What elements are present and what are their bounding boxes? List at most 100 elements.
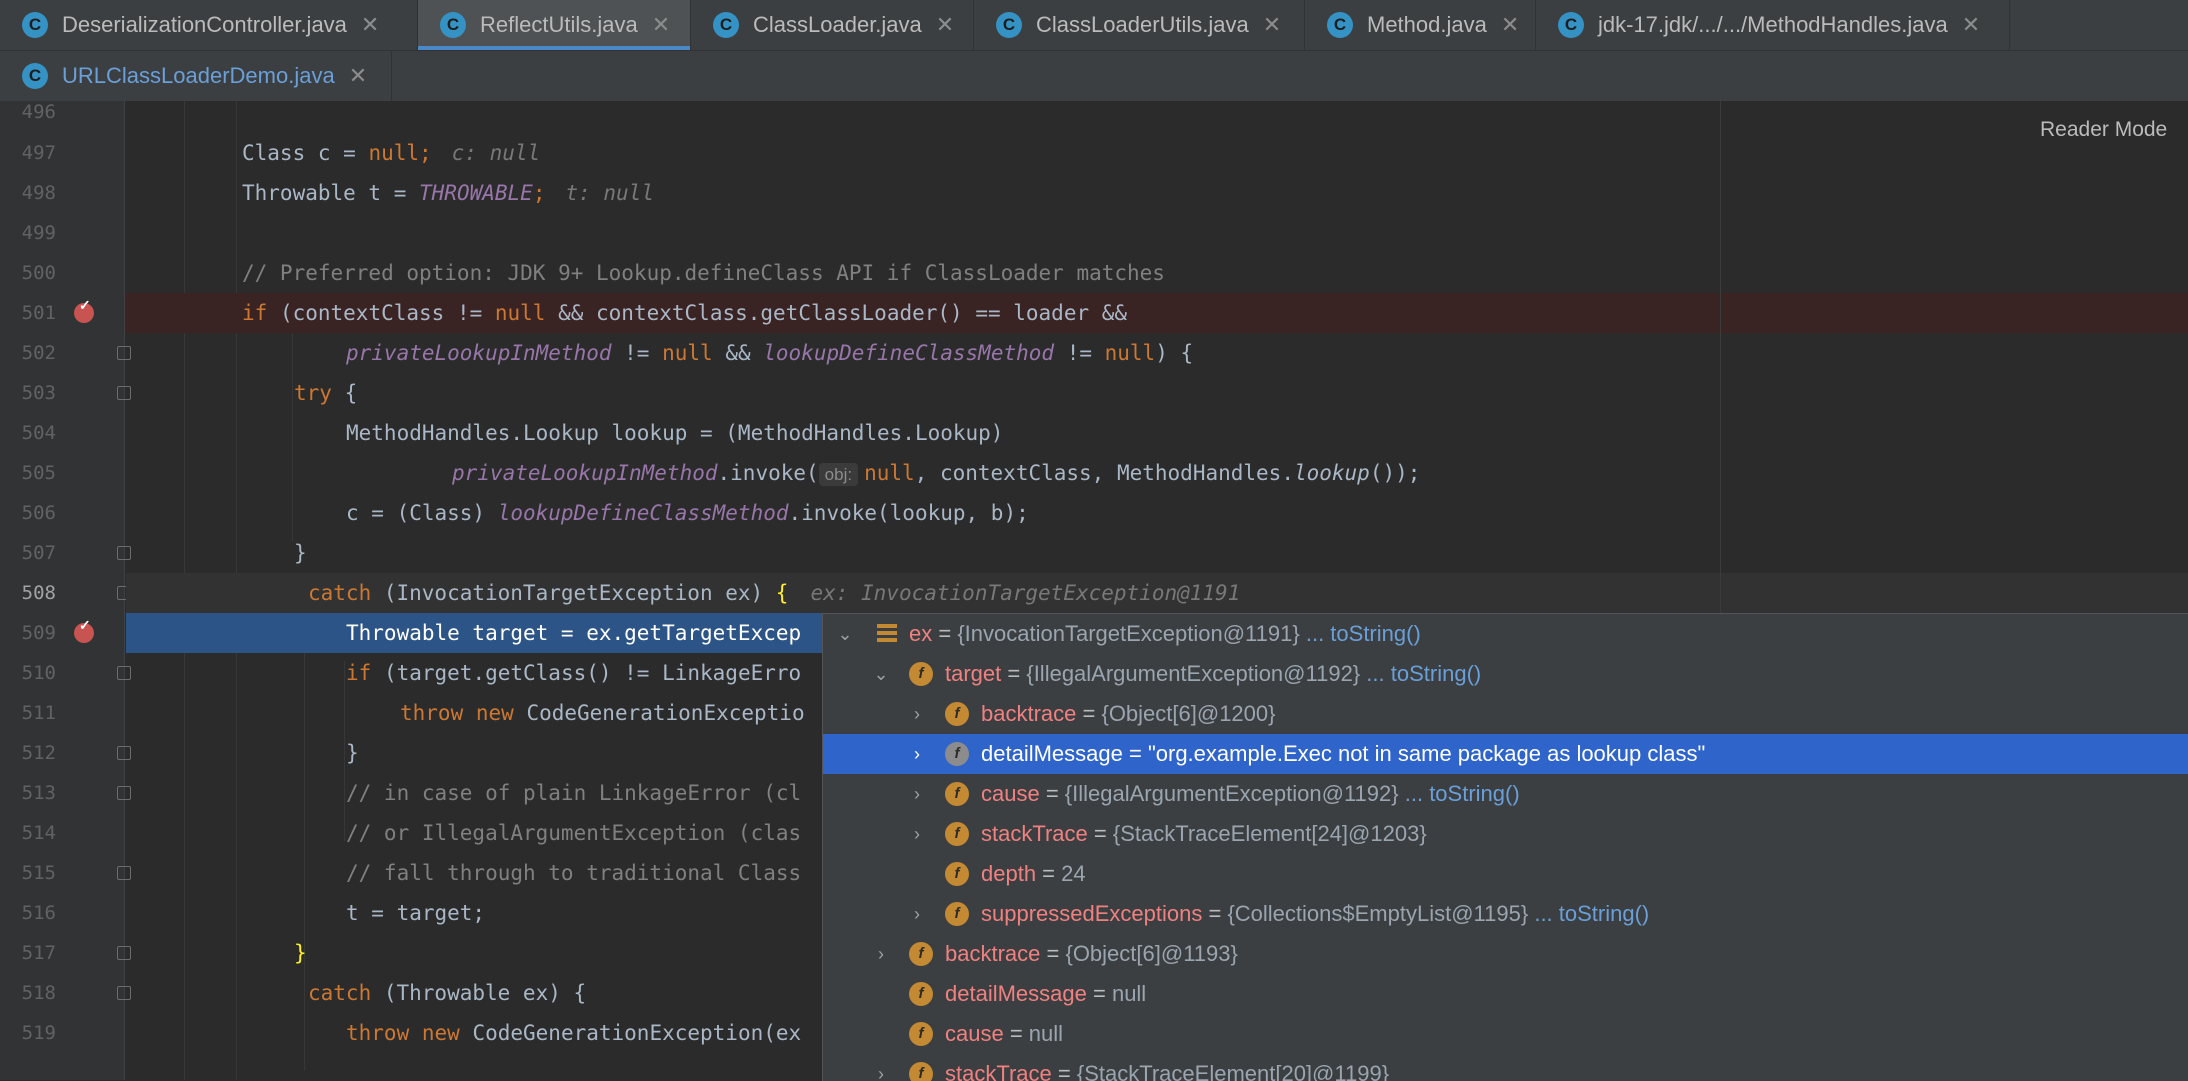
line-number: 519 bbox=[21, 1022, 56, 1044]
line-number: 516 bbox=[21, 902, 56, 924]
close-icon[interactable]: ✕ bbox=[349, 63, 367, 89]
tree-node-detail-message-selected[interactable]: › f detailMessage = "org.example.Exec no… bbox=[823, 734, 2188, 774]
line-number: 515 bbox=[21, 862, 56, 884]
line-number: 517 bbox=[21, 942, 56, 964]
code-line: privateLookupInMethod.invoke(obj: null, c… bbox=[452, 461, 1421, 486]
tab-reflect-utils[interactable]: C ReflectUtils.java ✕ bbox=[418, 0, 691, 50]
field-icon: f bbox=[909, 662, 933, 686]
expander-icon[interactable]: ⌄ bbox=[871, 654, 891, 694]
close-icon[interactable]: ✕ bbox=[652, 12, 670, 38]
line-number: 506 bbox=[21, 502, 56, 524]
expander-icon[interactable]: › bbox=[871, 934, 891, 974]
field-icon: f bbox=[909, 1062, 933, 1081]
tab-deserialization-controller[interactable]: C DeserializationController.java ✕ bbox=[0, 0, 418, 50]
close-icon[interactable]: ✕ bbox=[1962, 12, 1980, 38]
code-line-breakpoint: if (contextClass != null && contextClass… bbox=[126, 293, 2188, 333]
line-number: 508 bbox=[21, 582, 56, 604]
expander-icon[interactable]: ⌄ bbox=[835, 614, 855, 654]
to-string-link[interactable]: ... toString() bbox=[1306, 621, 1421, 646]
line-number: 507 bbox=[21, 542, 56, 564]
line-number: 514 bbox=[21, 822, 56, 844]
java-class-icon: C bbox=[996, 12, 1022, 38]
tree-node-backtrace[interactable]: › f backtrace = {Object[6]@1200} bbox=[823, 694, 2188, 734]
inline-debug-value: ex: InvocationTargetException@1191 bbox=[810, 581, 1241, 605]
tree-node-stack-trace[interactable]: › f stackTrace = {StackTraceElement[24]@… bbox=[823, 814, 2188, 854]
close-icon[interactable]: ✕ bbox=[1263, 12, 1281, 38]
expander-icon[interactable]: › bbox=[907, 814, 927, 854]
to-string-link[interactable]: ... toString() bbox=[1366, 661, 1481, 686]
close-icon[interactable]: ✕ bbox=[361, 12, 379, 38]
java-class-icon: C bbox=[22, 63, 48, 89]
tab-label: URLClassLoaderDemo.java bbox=[62, 63, 335, 88]
java-class-icon: C bbox=[1558, 12, 1584, 38]
tree-node-detail-message[interactable]: f detailMessage = null bbox=[823, 974, 2188, 1014]
line-number: 497 bbox=[21, 142, 56, 164]
tab-class-loader[interactable]: C ClassLoader.java ✕ bbox=[691, 0, 974, 50]
reader-mode-button[interactable]: Reader Mode bbox=[2040, 118, 2167, 142]
to-string-link[interactable]: ... toString() bbox=[1405, 781, 1520, 806]
field-icon: f bbox=[909, 942, 933, 966]
breakpoint-icon[interactable] bbox=[74, 617, 94, 643]
breakpoint-icon[interactable] bbox=[74, 297, 94, 323]
line-number: 509 bbox=[21, 622, 56, 644]
editor-tab-bar: C DeserializationController.java ✕ C Ref… bbox=[0, 0, 2188, 51]
line-number: 511 bbox=[21, 702, 56, 724]
tree-node-ex[interactable]: ⌄ ex = {InvocationTargetException@1191} … bbox=[823, 614, 2188, 654]
line-number: 518 bbox=[21, 982, 56, 1004]
close-icon[interactable]: ✕ bbox=[1501, 12, 1519, 38]
to-string-link[interactable]: ... toString() bbox=[1534, 901, 1649, 926]
expander-icon[interactable]: › bbox=[907, 734, 927, 774]
java-class-icon: C bbox=[22, 12, 48, 38]
code-line-current: catch (InvocationTargetException ex) {ex… bbox=[126, 573, 2188, 613]
code-line: Class c = null; c: null bbox=[242, 141, 541, 165]
tab-urlclassloader-demo[interactable]: C URLClassLoaderDemo.java ✕ bbox=[0, 51, 392, 101]
editor-tab-bar-row2: C URLClassLoaderDemo.java ✕ bbox=[0, 51, 2188, 102]
code-line: try { bbox=[294, 381, 358, 405]
tree-node-suppressed-exceptions[interactable]: › f suppressedExceptions = {Collections$… bbox=[823, 894, 2188, 934]
stack-frame-icon bbox=[877, 624, 897, 644]
tree-node-cause[interactable]: › f cause = {IllegalArgumentException@11… bbox=[823, 774, 2188, 814]
tree-node-backtrace[interactable]: › f backtrace = {Object[6]@1193} bbox=[823, 934, 2188, 974]
tab-label: ReflectUtils.java bbox=[480, 12, 638, 37]
tab-method-handles[interactable]: C jdk-17.jdk/.../.../MethodHandles.java … bbox=[1536, 0, 2010, 50]
code-line: // Preferred option: JDK 9+ Lookup.defin… bbox=[242, 261, 1165, 285]
debug-value-tree-popup[interactable]: ⌄ ex = {InvocationTargetException@1191} … bbox=[822, 613, 2188, 1081]
expander-icon[interactable]: › bbox=[907, 894, 927, 934]
tree-node-stack-trace[interactable]: › f stackTrace = {StackTraceElement[20]@… bbox=[823, 1054, 2188, 1081]
close-icon[interactable]: ✕ bbox=[936, 12, 954, 38]
field-icon: f bbox=[945, 862, 969, 886]
code-line: c = (Class) lookupDefineClassMethod.invo… bbox=[346, 501, 1029, 525]
field-icon: f bbox=[909, 1022, 933, 1046]
line-number: 503 bbox=[21, 382, 56, 404]
tab-label: ClassLoader.java bbox=[753, 12, 922, 37]
field-icon: f bbox=[945, 742, 969, 766]
code-line: privateLookupInMethod != null && lookupD… bbox=[346, 341, 1194, 365]
code-line: Throwable t = THROWABLE; t: null bbox=[242, 181, 654, 205]
expander-icon[interactable]: › bbox=[907, 774, 927, 814]
line-number: 513 bbox=[21, 782, 56, 804]
field-icon: f bbox=[945, 702, 969, 726]
line-number: 499 bbox=[21, 222, 56, 244]
tree-node-target[interactable]: ⌄ f target = {IllegalArgumentException@1… bbox=[823, 654, 2188, 694]
tree-node-cause[interactable]: f cause = null bbox=[823, 1014, 2188, 1054]
tab-label: jdk-17.jdk/.../.../MethodHandles.java bbox=[1598, 12, 1948, 37]
line-number: 496 bbox=[21, 101, 56, 123]
java-class-icon: C bbox=[440, 12, 466, 38]
line-number: 512 bbox=[21, 742, 56, 764]
line-number: 500 bbox=[21, 262, 56, 284]
field-icon: f bbox=[945, 822, 969, 846]
field-icon: f bbox=[909, 982, 933, 1006]
tab-method[interactable]: C Method.java ✕ bbox=[1305, 0, 1536, 50]
field-icon: f bbox=[945, 902, 969, 926]
code-line: } bbox=[294, 541, 307, 565]
tree-node-depth[interactable]: f depth = 24 bbox=[823, 854, 2188, 894]
line-number: 505 bbox=[21, 462, 56, 484]
tab-class-loader-utils[interactable]: C ClassLoaderUtils.java ✕ bbox=[974, 0, 1305, 50]
expander-icon[interactable]: › bbox=[907, 694, 927, 734]
expander-icon[interactable]: › bbox=[871, 1054, 891, 1081]
inline-debug-value: t: null bbox=[565, 181, 654, 205]
tab-label: ClassLoaderUtils.java bbox=[1036, 12, 1249, 37]
field-icon: f bbox=[945, 782, 969, 806]
line-number: 502 bbox=[21, 342, 56, 364]
line-number: 504 bbox=[21, 422, 56, 444]
